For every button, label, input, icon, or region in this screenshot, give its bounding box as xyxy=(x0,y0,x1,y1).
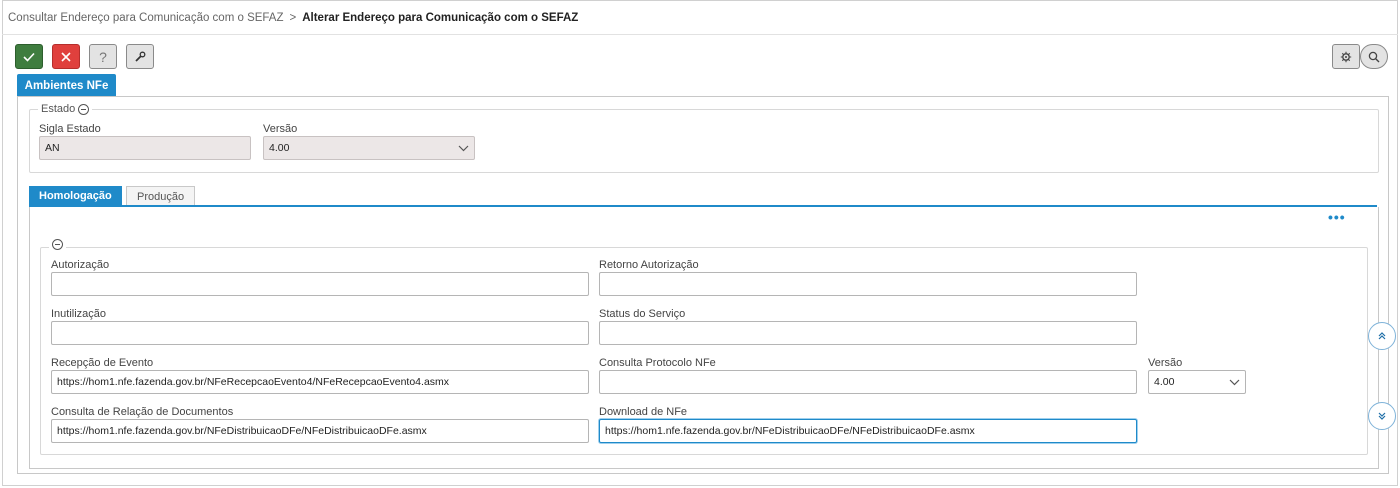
breadcrumb-separator: > xyxy=(289,12,297,24)
versao-estado-value: 4.00 xyxy=(269,142,290,154)
endpoints-legend xyxy=(49,239,66,250)
inutilizacao-label: Inutilização xyxy=(51,308,107,320)
collapse-icon[interactable] xyxy=(52,239,63,250)
chevron-down-icon xyxy=(458,145,469,151)
retorno-autorizacao-label: Retorno Autorização xyxy=(599,259,699,271)
consulta-protocolo-label: Consulta Protocolo NFe xyxy=(599,357,716,369)
versao-label: Versão xyxy=(1148,357,1183,369)
inutilizacao-field[interactable] xyxy=(51,321,589,345)
help-button[interactable]: ? xyxy=(89,44,117,69)
settings-button[interactable] xyxy=(1332,44,1360,69)
confirm-button[interactable] xyxy=(15,44,43,69)
tools-button[interactable] xyxy=(126,44,154,69)
double-chevron-up-icon xyxy=(1378,332,1386,340)
close-icon xyxy=(61,51,71,62)
estado-legend: Estado xyxy=(38,103,93,115)
breadcrumb-current: Alterar Endereço para Comunicação com o … xyxy=(302,12,579,24)
scroll-bottom-button[interactable] xyxy=(1368,402,1396,430)
breadcrumb-parent-link[interactable]: Consultar Endereço para Comunicação com … xyxy=(8,12,284,24)
wrench-icon xyxy=(135,51,146,62)
sigla-estado-label: Sigla Estado xyxy=(39,123,101,135)
download-nfe-field[interactable] xyxy=(599,419,1137,443)
gear-icon xyxy=(1340,51,1352,62)
collapse-icon[interactable] xyxy=(78,103,90,115)
ambientes-panel: Estado Sigla Estado Versão 4.00 Homologa… xyxy=(17,96,1389,474)
status-servico-field[interactable] xyxy=(599,321,1137,345)
recepcao-evento-label: Recepção de Evento xyxy=(51,357,154,369)
retorno-autorizacao-field[interactable] xyxy=(599,272,1137,296)
status-servico-label: Status do Serviço xyxy=(599,308,686,320)
cancel-button[interactable] xyxy=(52,44,80,69)
versao-value: 4.00 xyxy=(1154,376,1175,388)
header-divider xyxy=(2,34,1398,35)
help-icon: ? xyxy=(99,48,107,65)
consulta-protocolo-field[interactable] xyxy=(599,370,1137,394)
scroll-top-button[interactable] xyxy=(1368,322,1396,350)
autorizacao-label: Autorização xyxy=(51,259,110,271)
tab-producao[interactable]: Produção xyxy=(126,186,196,206)
search-icon xyxy=(1368,51,1380,62)
check-icon xyxy=(23,52,35,62)
consulta-relacao-label: Consulta de Relação de Documentos xyxy=(51,406,234,418)
consulta-relacao-field[interactable] xyxy=(51,419,589,443)
tab-homologacao[interactable]: Homologação xyxy=(29,186,122,206)
search-button[interactable] xyxy=(1360,44,1388,69)
estado-legend-label: Estado xyxy=(41,103,76,115)
versao-estado-label: Versão xyxy=(263,123,298,135)
autorizacao-field[interactable] xyxy=(51,272,589,296)
versao-estado-select[interactable]: 4.00 xyxy=(263,136,475,160)
more-options-icon[interactable]: ••• xyxy=(1328,209,1346,225)
versao-select[interactable]: 4.00 xyxy=(1148,370,1246,394)
double-chevron-down-icon xyxy=(1378,412,1386,420)
chevron-down-icon xyxy=(1229,379,1240,385)
sigla-estado-field[interactable] xyxy=(39,136,251,160)
recepcao-evento-field[interactable] xyxy=(51,370,589,394)
tab-ambientes-nfe[interactable]: Ambientes NFe xyxy=(17,74,116,97)
breadcrumb: Consultar Endereço para Comunicação com … xyxy=(8,12,578,24)
download-nfe-label: Download de NFe xyxy=(599,406,688,418)
